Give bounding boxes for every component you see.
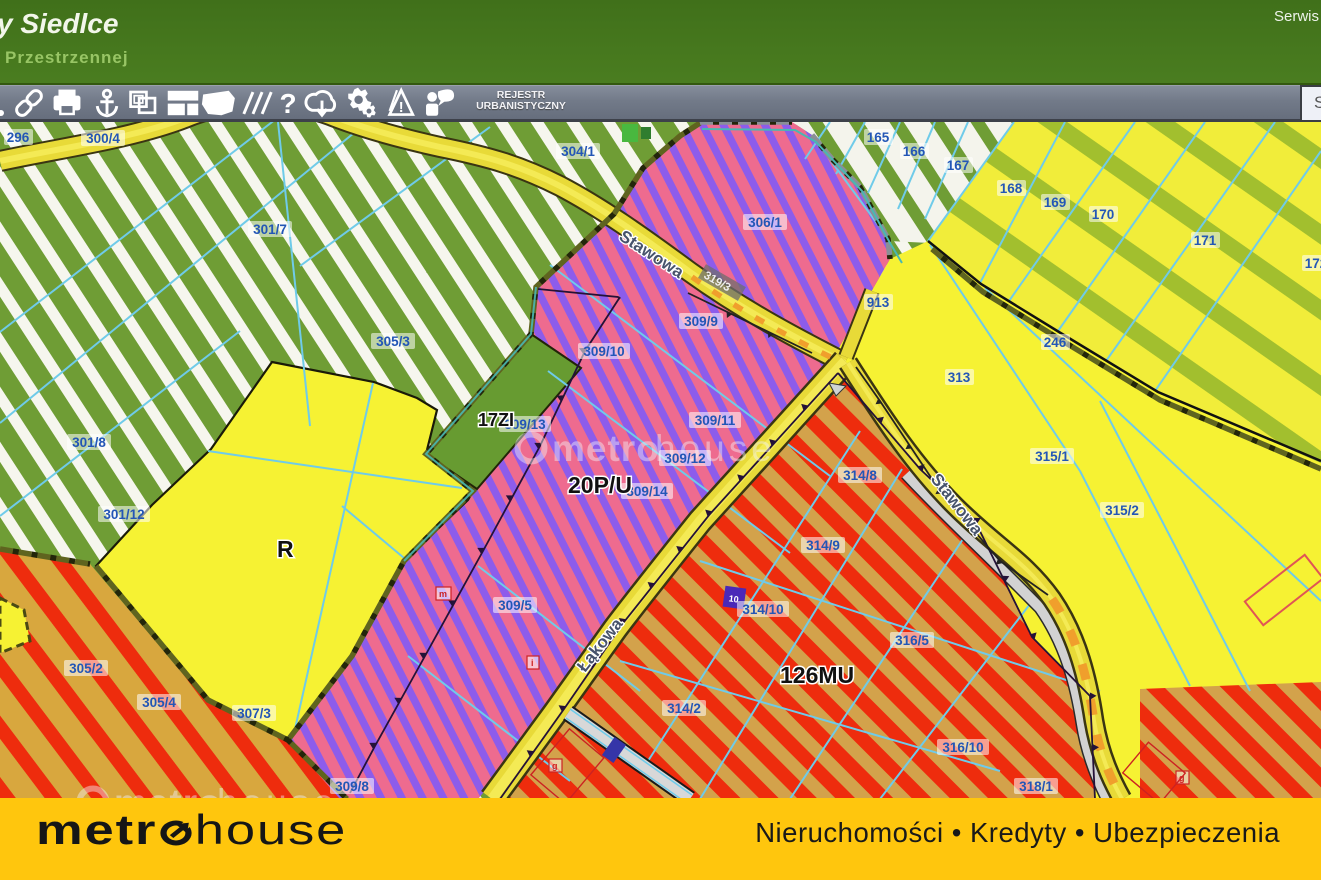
- svg-text:316/5: 316/5: [895, 633, 929, 648]
- svg-text:126MU: 126MU: [780, 662, 854, 688]
- svg-text:316/10: 316/10: [942, 740, 983, 755]
- svg-text:913: 913: [867, 295, 890, 310]
- svg-text:166: 166: [903, 144, 926, 159]
- svg-text:g: g: [552, 761, 558, 771]
- svg-text:309/10: 309/10: [583, 344, 624, 359]
- svg-text:165: 165: [867, 130, 890, 145]
- svg-text:167: 167: [947, 158, 970, 173]
- svg-text:305/4: 305/4: [142, 695, 176, 710]
- svg-text:309/12: 309/12: [664, 451, 705, 466]
- svg-text:309/5: 309/5: [498, 598, 532, 613]
- svg-text:170: 170: [1092, 207, 1115, 222]
- svg-text:305/2: 305/2: [69, 661, 103, 676]
- svg-text:314/2: 314/2: [667, 701, 701, 716]
- svg-text:17ZI: 17ZI: [478, 410, 514, 430]
- svg-text:301/8: 301/8: [72, 435, 106, 450]
- svg-text:306/1: 306/1: [748, 215, 782, 230]
- svg-text:metro: metro: [552, 428, 660, 469]
- svg-text:m: m: [439, 589, 447, 599]
- svg-text:307/3: 307/3: [237, 706, 271, 721]
- svg-text:169: 169: [1044, 195, 1067, 210]
- svg-text:315/1: 315/1: [1035, 449, 1069, 464]
- svg-text:R: R: [277, 536, 294, 562]
- svg-text:301/7: 301/7: [253, 222, 287, 237]
- svg-text:318/1: 318/1: [1019, 779, 1053, 794]
- svg-text:305/3: 305/3: [376, 334, 410, 349]
- svg-text:300/4: 300/4: [86, 131, 120, 146]
- svg-text:309/9: 309/9: [684, 314, 718, 329]
- svg-text:309/11: 309/11: [695, 413, 736, 428]
- svg-text:172: 172: [1305, 256, 1321, 271]
- svg-text:metro: metro: [114, 782, 222, 798]
- svg-text:296: 296: [7, 130, 30, 145]
- svg-text:315/2: 315/2: [1105, 503, 1139, 518]
- svg-text:309/8: 309/8: [335, 779, 369, 794]
- svg-text:314/8: 314/8: [843, 468, 877, 483]
- svg-text:168: 168: [1000, 181, 1023, 196]
- svg-text:304/1: 304/1: [561, 144, 595, 159]
- svg-text:309/14: 309/14: [626, 484, 668, 499]
- svg-text:i: i: [531, 658, 534, 668]
- svg-text:?: ?: [279, 88, 296, 119]
- svg-text:313: 313: [948, 370, 971, 385]
- svg-text:301/12: 301/12: [103, 507, 144, 522]
- svg-text:314/9: 314/9: [806, 538, 840, 553]
- svg-text:!: !: [399, 100, 404, 116]
- svg-text:246: 246: [1044, 335, 1067, 350]
- svg-text:314/10: 314/10: [742, 602, 783, 617]
- svg-text:171: 171: [1194, 233, 1217, 248]
- svg-text:20P/U: 20P/U: [568, 472, 632, 498]
- svg-text:house: house: [217, 782, 338, 798]
